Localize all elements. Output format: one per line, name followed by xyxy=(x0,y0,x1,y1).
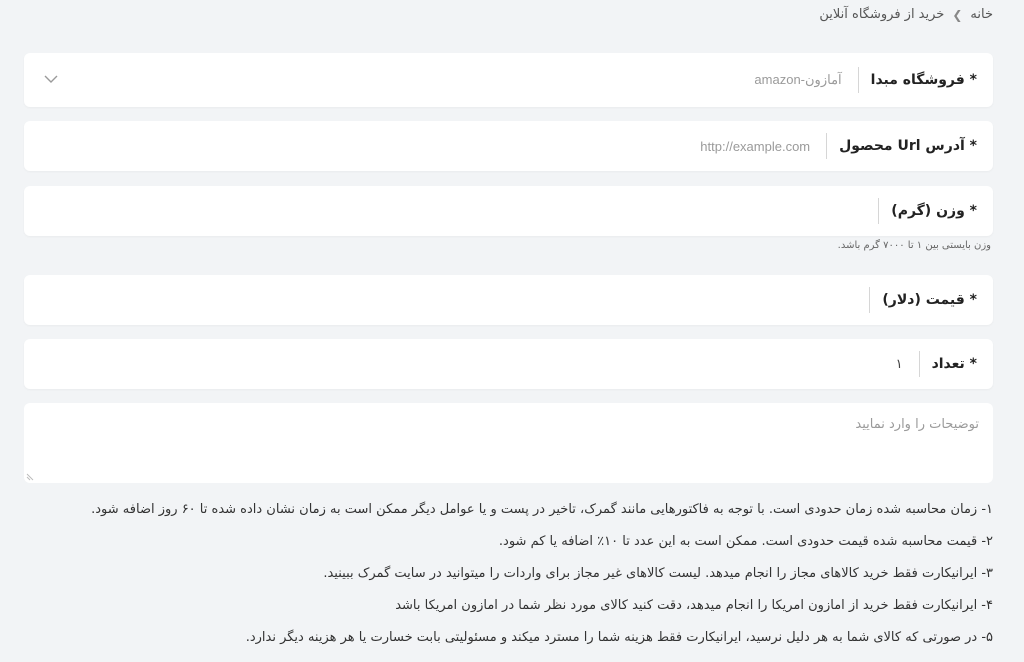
note-item: ۲- قیمت محاسبه شده قیمت حدودی است. ممکن … xyxy=(498,534,993,549)
url-input[interactable]: http://example.com xyxy=(700,139,826,154)
note-item: ۳- ایرانیکارت فقط خرید کالاهای مجاز را ا… xyxy=(323,566,993,581)
quantity-input[interactable]: ۱ xyxy=(896,356,919,372)
weight-hint: وزن بایستی بین ۱ تا ۷۰۰۰ گرم باشد. xyxy=(837,240,991,251)
description-placeholder: توضیحات را وارد نمایید xyxy=(855,417,979,432)
store-select[interactable]: * فروشگاه مبدا آمازون-amazon xyxy=(24,53,993,107)
chevron-left-icon: ❯ xyxy=(952,7,963,22)
quantity-field[interactable]: * تعداد ۱ xyxy=(24,339,993,389)
note-item: ۱- زمان محاسبه شده زمان حدودی است. با تو… xyxy=(91,502,993,517)
notes-list: ۱- زمان محاسبه شده زمان حدودی است. با تو… xyxy=(33,502,993,662)
weight-field[interactable]: * وزن (گرم) xyxy=(24,186,993,236)
weight-label: * وزن (گرم) xyxy=(891,203,977,219)
breadcrumb-current: خرید از فروشگاه آنلاین xyxy=(819,7,945,22)
chevron-down-icon[interactable] xyxy=(44,74,58,84)
field-divider xyxy=(826,133,828,159)
store-selected-value: آمازون-amazon xyxy=(754,72,842,87)
breadcrumb-home-link[interactable]: خانه xyxy=(970,7,993,22)
url-label: * آدرس Url محصول xyxy=(839,138,977,154)
note-item: ۴- ایرانیکارت فقط خرید از امازون امریکا … xyxy=(395,598,993,613)
field-divider xyxy=(857,67,859,93)
price-label: * قیمت (دلار) xyxy=(882,292,977,308)
store-label: * فروشگاه مبدا xyxy=(870,72,977,88)
product-url-field[interactable]: * آدرس Url محصول http://example.com xyxy=(24,121,993,171)
price-field[interactable]: * قیمت (دلار) xyxy=(24,275,993,325)
breadcrumb: خانه ❯ خرید از فروشگاه آنلاین xyxy=(819,7,993,22)
field-divider xyxy=(918,351,920,377)
resize-handle-icon[interactable] xyxy=(26,471,36,481)
field-divider xyxy=(869,287,871,313)
field-divider xyxy=(878,198,880,224)
note-item: ۵- در صورتی که کالای شما به هر دلیل نرسی… xyxy=(245,630,993,645)
quantity-label: * تعداد xyxy=(931,356,977,372)
description-textarea[interactable]: توضیحات را وارد نمایید xyxy=(24,403,993,483)
